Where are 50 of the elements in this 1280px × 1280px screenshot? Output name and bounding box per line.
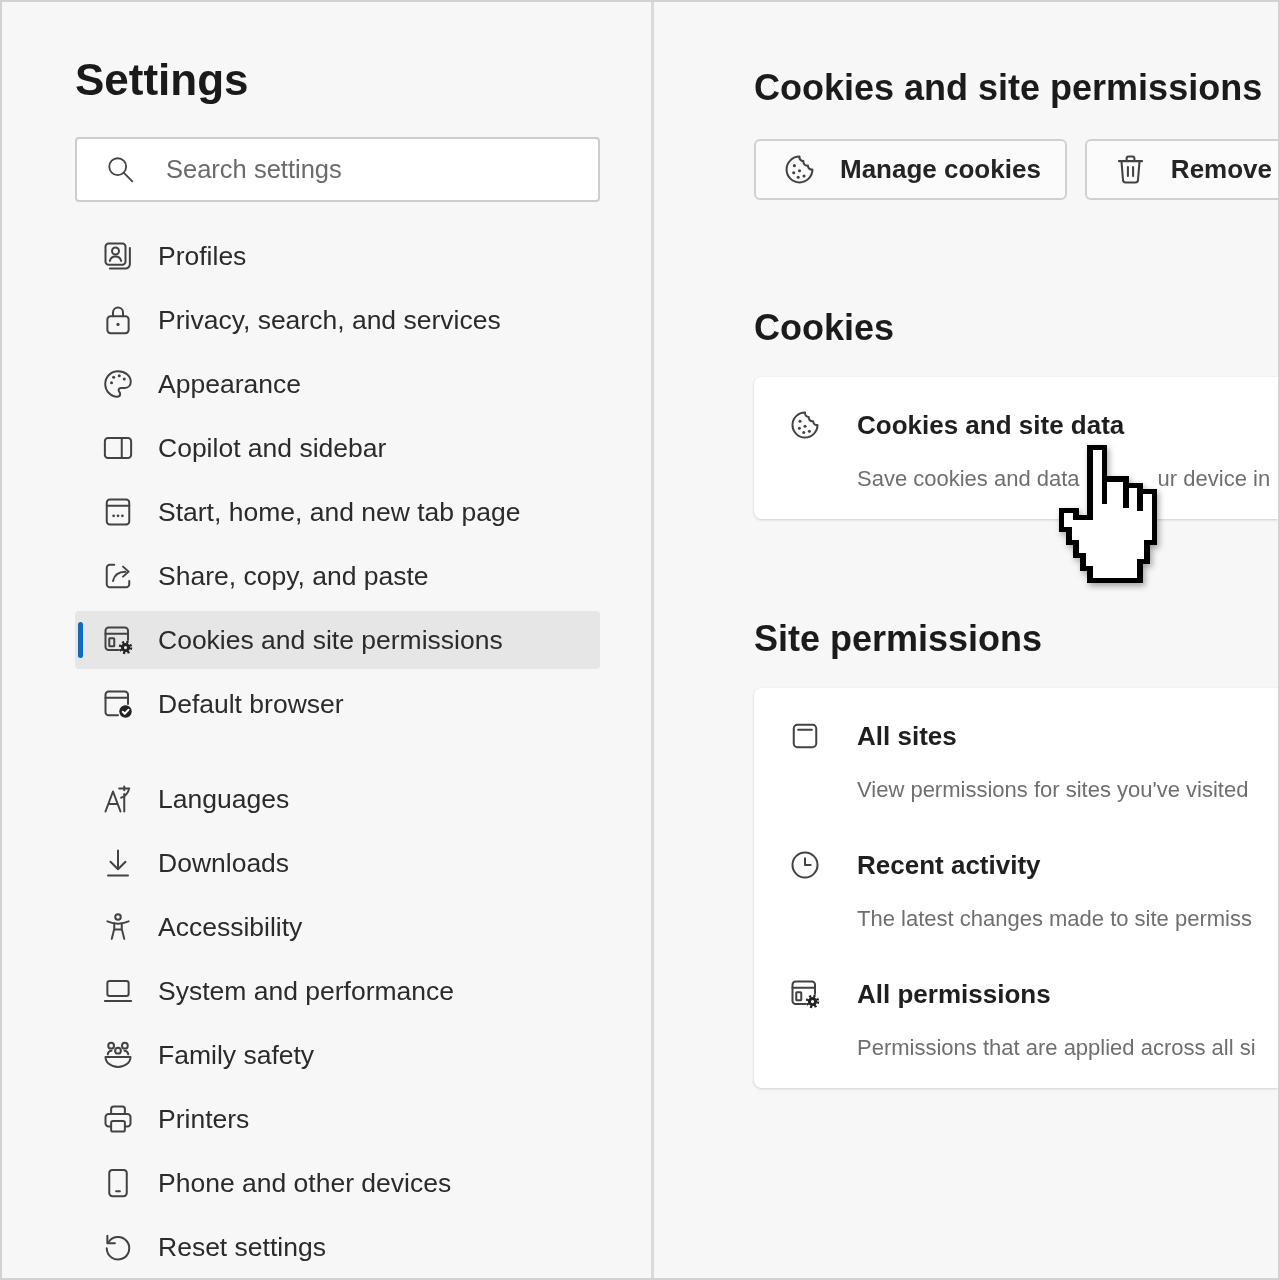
sidebar-item[interactable]: Cookies and site permissions <box>75 611 600 669</box>
sidebar-item[interactable]: Privacy, search, and services <box>75 291 600 349</box>
sidebar-item[interactable]: Start, home, and new tab page <box>75 483 600 541</box>
row-title[interactable]: Recent activity <box>857 849 1041 881</box>
row-title[interactable]: Cookies and site data <box>857 409 1125 441</box>
sidebar-item[interactable]: Appearance <box>75 355 600 413</box>
sidebar-item[interactable]: Downloads <box>75 834 600 892</box>
section-heading: Cookies <box>754 306 895 350</box>
sidebar-item[interactable]: Family safety <box>75 1026 600 1084</box>
sidebar-item[interactable]: Phone and other devices <box>75 1154 600 1212</box>
manage-cookies-button[interactable]: Manage cookies <box>754 139 1067 200</box>
window-dots-icon <box>103 497 133 527</box>
lock-icon <box>103 305 133 335</box>
sidebar-item[interactable]: Default browser <box>75 675 600 733</box>
clock-icon <box>790 850 820 880</box>
sidebar-item[interactable]: Share, copy, and paste <box>75 547 600 605</box>
sidebar-item[interactable]: Printers <box>75 1090 600 1148</box>
row-title[interactable]: All permissions <box>857 978 1051 1010</box>
sidebar-item[interactable]: Reset settings <box>75 1218 600 1276</box>
search-field[interactable]: Search settings <box>75 137 600 202</box>
sidebar-item[interactable]: System and performance <box>75 962 600 1020</box>
family-icon <box>103 1040 133 1070</box>
sidebar-item[interactable]: Accessibility <box>75 898 600 956</box>
window-gear-icon <box>790 979 820 1009</box>
row-title[interactable]: All sites <box>857 720 957 752</box>
sidebar-item[interactable]: Languages <box>75 770 600 828</box>
search-icon <box>107 156 134 183</box>
row-description: The latest changes made to site permiss <box>857 905 1252 933</box>
printer-icon <box>103 1104 133 1134</box>
row-description: Permissions that are applied across all si <box>857 1034 1256 1062</box>
row-description: ur device in <box>1157 465 1271 493</box>
remove-button[interactable]: Remove <box>1084 139 1278 200</box>
share-icon <box>103 561 133 591</box>
sidebar-item[interactable]: Profiles <box>75 227 600 285</box>
section-heading: Site permissions <box>754 617 1043 661</box>
cookie-icon <box>784 154 815 185</box>
window-icon <box>790 721 820 751</box>
window-gear-icon <box>103 625 133 655</box>
row-description: Save cookies and data <box>857 465 1080 493</box>
page-title: Cookies and site permissions <box>754 66 1263 110</box>
settings-title: Settings <box>75 54 249 106</box>
window-check-icon <box>103 689 133 719</box>
palette-icon <box>103 369 133 399</box>
sidebar-item[interactable]: Copilot and sidebar <box>75 419 600 477</box>
reset-icon <box>103 1232 133 1262</box>
profile-card-icon <box>103 241 133 271</box>
cookie-icon <box>790 410 820 440</box>
accessibility-icon <box>103 912 133 942</box>
row-description: View permissions for sites you've visited <box>857 776 1249 804</box>
language-icon <box>103 784 133 814</box>
